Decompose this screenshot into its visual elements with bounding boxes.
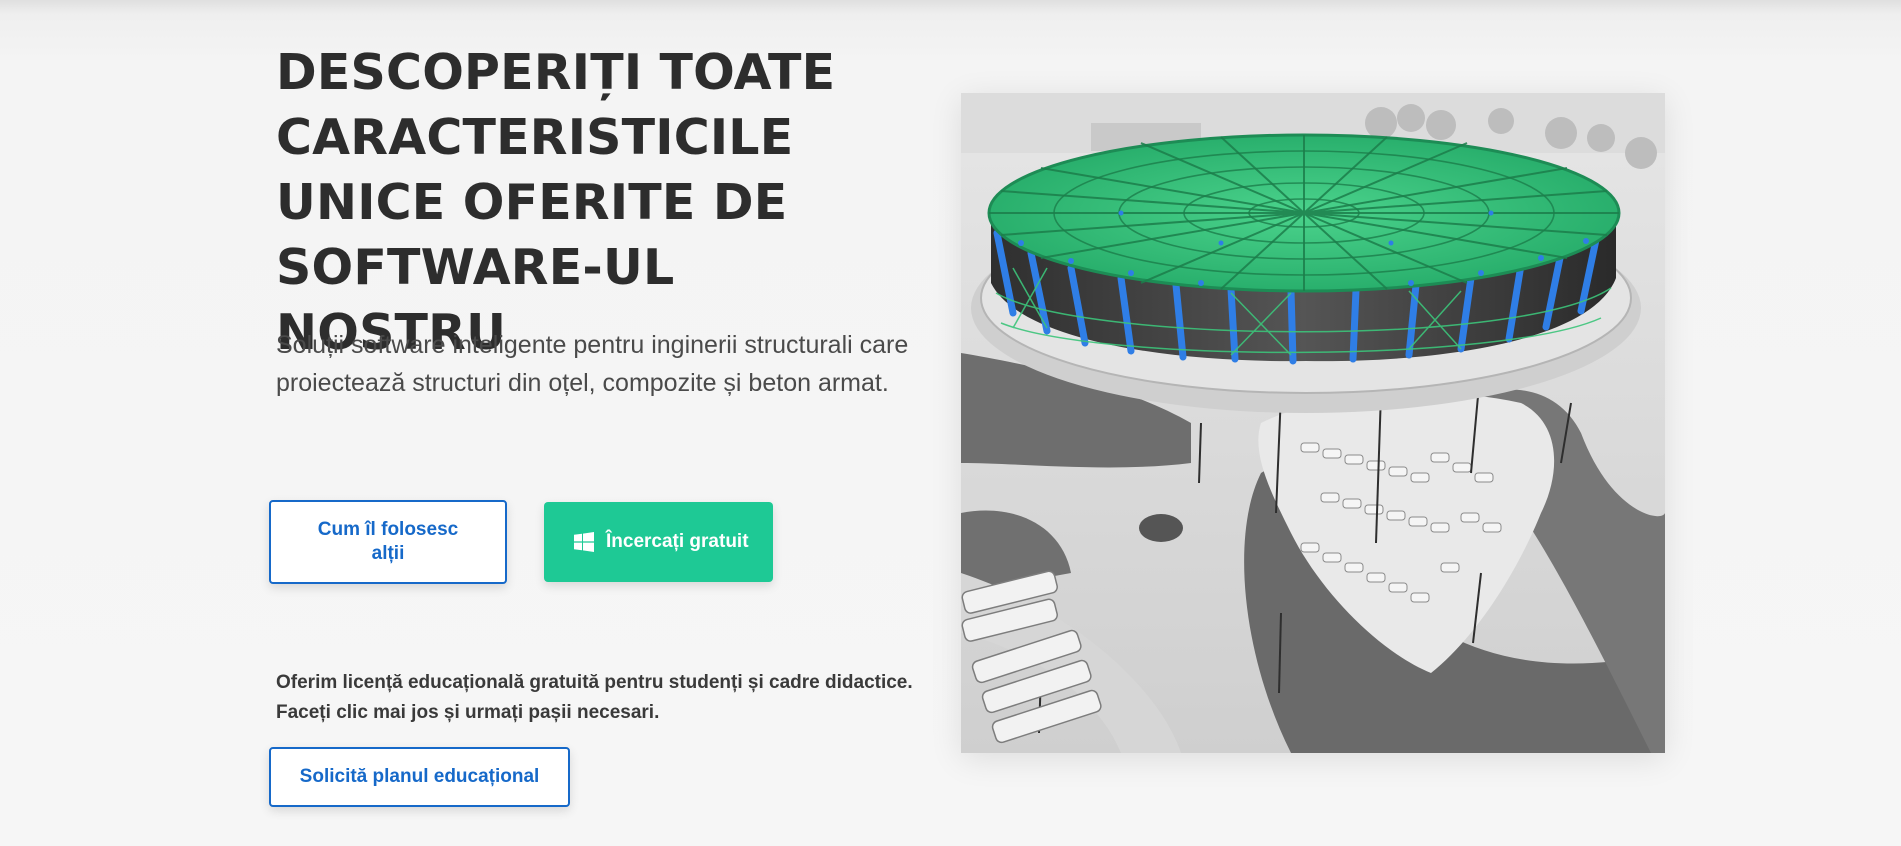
request-education-plan-label: Solicită planul educațional xyxy=(299,766,540,787)
windows-icon xyxy=(574,532,594,552)
hero-subtitle: Soluții software inteligente pentru ingi… xyxy=(276,331,909,397)
request-education-plan-button[interactable]: Solicită planul educațional xyxy=(269,747,570,807)
education-license-text: Oferim licență educațională gratuită pen… xyxy=(276,672,913,723)
page-title: DESCOPERIȚI TOATE CARACTERISTICILE UNICE… xyxy=(276,44,836,361)
how-others-use-button[interactable]: Cum îl folosesc alții xyxy=(269,500,507,584)
how-others-use-label: Cum îl folosesc alții xyxy=(317,519,459,564)
try-free-label: Încercați gratuit xyxy=(606,531,749,552)
stadium-structure-image xyxy=(961,93,1665,753)
try-free-button[interactable]: Încercați gratuit xyxy=(544,502,773,582)
header-shadow xyxy=(0,0,1901,14)
